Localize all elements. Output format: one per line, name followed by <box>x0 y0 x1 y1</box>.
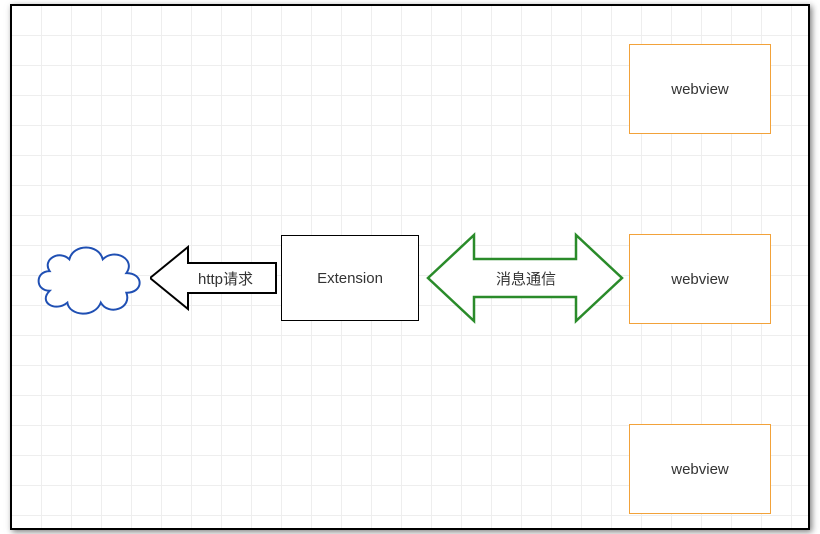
webview-bottom-label: webview <box>671 461 729 478</box>
cloud-icon <box>30 231 148 326</box>
message-arrow-label: 消息通信 <box>494 268 558 289</box>
extension-label: Extension <box>317 270 383 287</box>
diagram-frame: http请求 Extension 消息通信 webview webview we… <box>10 4 810 530</box>
http-arrow-label: http请求 <box>196 268 255 289</box>
webview-mid-label: webview <box>671 271 729 288</box>
webview-bottom-box: webview <box>629 424 771 514</box>
webview-mid-box: webview <box>629 234 771 324</box>
webview-top-label: webview <box>671 81 729 98</box>
webview-top-box: webview <box>629 44 771 134</box>
extension-box: Extension <box>281 235 419 321</box>
